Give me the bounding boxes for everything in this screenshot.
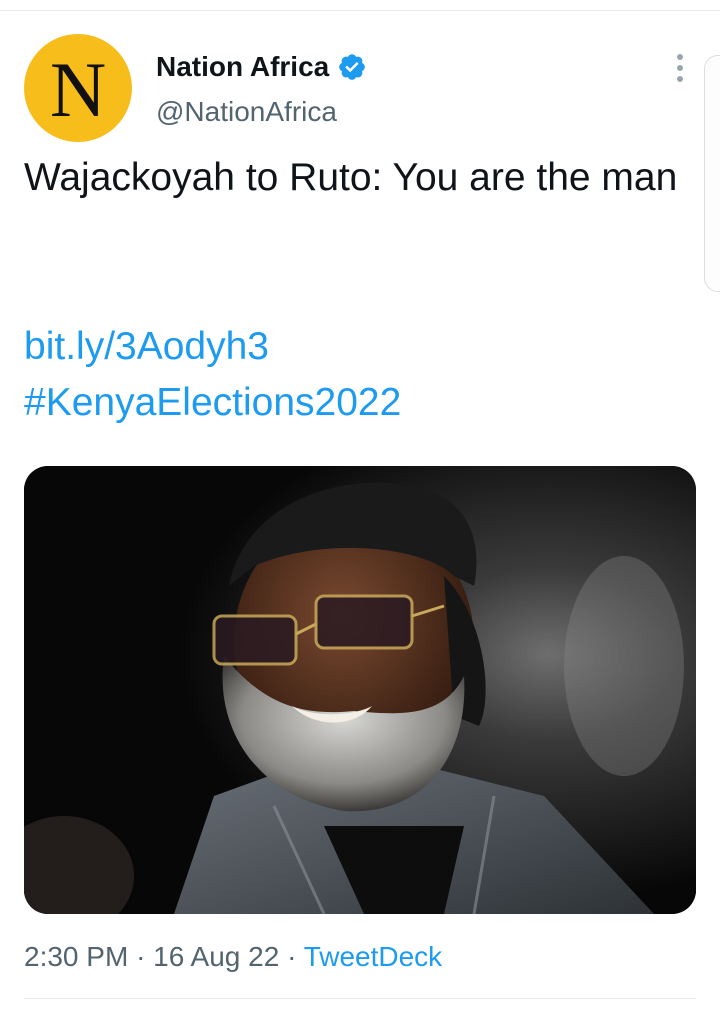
tweet-date[interactable]: 16 Aug 22 [153,941,279,972]
more-dot-icon [677,76,683,82]
author-name[interactable]: Nation Africa [156,50,367,84]
avatar[interactable]: N [24,34,132,142]
tweet-source-link[interactable]: TweetDeck [304,941,443,972]
top-divider [0,10,720,11]
meta-separator: · [136,941,146,972]
tweet-meta: 2:30 PM · 16 Aug 22 · TweetDeck [24,938,442,976]
author-name-text[interactable]: Nation Africa [156,50,329,84]
avatar-logo-letter: N [49,46,107,133]
author-handle[interactable]: @NationAfrica [156,95,337,129]
tweet-hashtag[interactable]: #KenyaElections2022 [24,376,401,430]
adjacent-card-edge [704,55,720,292]
tweet-photo[interactable] [24,466,696,914]
tweet-time[interactable]: 2:30 PM [24,941,128,972]
photo-portrait-icon [24,466,696,914]
tweet-link[interactable]: bit.ly/3Aodyh3 [24,320,269,374]
bottom-divider [24,998,696,999]
verified-badge-icon [337,52,367,82]
more-options-button[interactable] [668,50,692,86]
meta-separator: · [287,941,297,972]
more-dot-icon [677,54,683,60]
tweet-text: Wajackoyah to Ruto: You are the man [24,156,678,199]
more-dot-icon [677,65,683,71]
